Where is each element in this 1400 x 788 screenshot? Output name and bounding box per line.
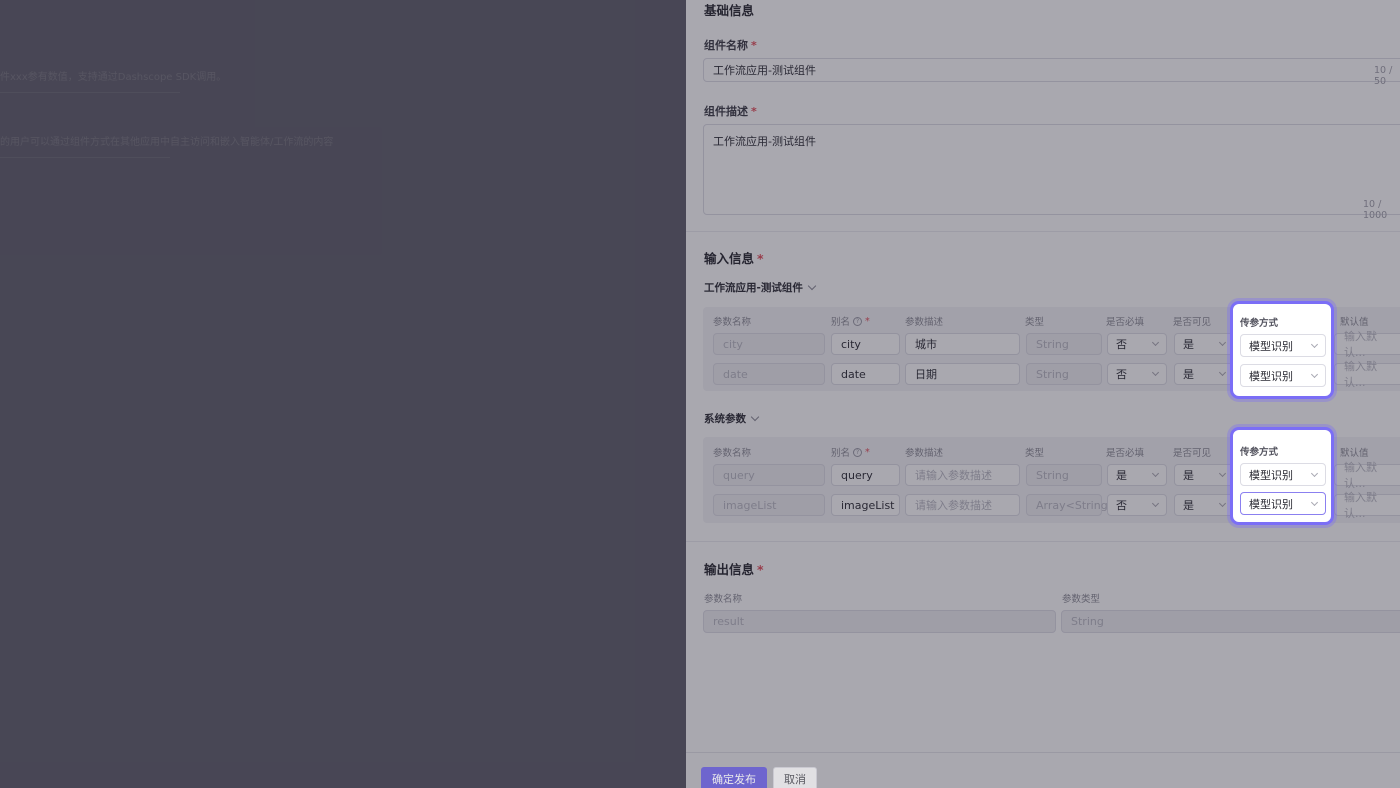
chevron-down-icon (1310, 340, 1319, 348)
th-visible: 是否可见 (1173, 448, 1212, 459)
output-param-name-label: 参数名称 (704, 594, 743, 605)
th-type: 类型 (1025, 317, 1045, 328)
th-param-name: 参数名称 (713, 448, 752, 459)
basic-info-title: 基础信息 (704, 3, 755, 18)
input-info-title: 输入信息 * (704, 251, 764, 266)
chevron-down-icon (807, 281, 817, 291)
param-name-input: date (713, 363, 825, 385)
param-name-input: city (713, 333, 825, 355)
chevron-down-icon (750, 412, 760, 422)
th-param-desc: 参数描述 (905, 317, 944, 328)
th-required: 是否必填 (1106, 317, 1145, 328)
section-divider (686, 231, 1400, 232)
visible-select[interactable]: 是 (1174, 363, 1234, 385)
th-param-name: 参数名称 (713, 317, 752, 328)
group-system-params-toggle[interactable]: 系统参数 (704, 411, 760, 426)
chevron-down-icon (1218, 338, 1227, 347)
component-name-input[interactable]: 工作流应用-测试组件 (703, 58, 1400, 82)
chevron-down-icon (1151, 499, 1160, 508)
pass-mode-select[interactable]: 模型识别 (1240, 364, 1326, 387)
background-text: 的用户可以通过组件方式在其他应用中自主访问和嵌入智能体/工作流的内容 (0, 137, 334, 148)
component-name-counter: 10 / 50 (1374, 65, 1393, 87)
output-param-type-field: String (1061, 610, 1400, 633)
th-default: 默认值 (1340, 448, 1369, 459)
pass-mode-highlight-2: 传参方式 模型识别 模型识别 (1230, 427, 1334, 525)
cancel-button[interactable]: 取消 (773, 767, 817, 788)
default-value-input[interactable]: 输入默认... (1334, 491, 1400, 520)
th-default: 默认值 (1340, 317, 1369, 328)
th-alias: 别名? * (831, 446, 870, 460)
component-name-label: 组件名称 * (704, 39, 757, 52)
chevron-down-icon (1151, 368, 1160, 377)
param-desc-input[interactable]: 日期 (905, 363, 1020, 385)
component-desc-counter: 10 / 1000 (1363, 199, 1388, 221)
background-divider (0, 157, 170, 158)
publish-button[interactable]: 确定发布 (701, 767, 767, 788)
visible-select[interactable]: 是 (1174, 333, 1234, 355)
component-desc-textarea[interactable]: 工作流应用-测试组件 (703, 124, 1400, 215)
th-visible: 是否可见 (1173, 317, 1212, 328)
group-workflow-toggle[interactable]: 工作流应用-测试组件 (704, 280, 817, 295)
required-select[interactable]: 否 (1107, 333, 1167, 355)
required-select[interactable]: 否 (1107, 494, 1167, 516)
background-page: 件xxx参有数值，支持通过Dashscope SDK调用。 的用户可以通过组件方… (0, 0, 686, 788)
pass-mode-select[interactable]: 模型识别 (1240, 492, 1326, 515)
alias-input[interactable]: query (831, 464, 900, 486)
type-field: String (1026, 363, 1102, 385)
help-icon[interactable]: ? (853, 447, 863, 457)
output-param-type-label: 参数类型 (1062, 594, 1101, 605)
th-required: 是否必填 (1106, 448, 1145, 459)
th-alias: 别名? * (831, 315, 870, 329)
required-select[interactable]: 否 (1107, 363, 1167, 385)
visible-select[interactable]: 是 (1174, 464, 1234, 486)
chevron-down-icon (1218, 499, 1227, 508)
pass-mode-select[interactable]: 模型识别 (1240, 334, 1326, 357)
component-desc-label: 组件描述 * (704, 105, 757, 118)
pass-mode-highlight-1: 传参方式 模型识别 模型识别 (1230, 301, 1334, 399)
chevron-down-icon (1310, 498, 1319, 506)
param-desc-input[interactable]: 请输入参数描述 (905, 464, 1020, 486)
background-text: 件xxx参有数值，支持通过Dashscope SDK调用。 (0, 72, 227, 83)
type-field: String (1026, 333, 1102, 355)
th-pass-mode: 传参方式 (1240, 447, 1279, 458)
default-value-input[interactable]: 输入默认... (1334, 360, 1400, 389)
alias-input[interactable]: date (831, 363, 900, 385)
help-icon[interactable]: ? (853, 316, 863, 326)
chevron-down-icon (1310, 370, 1319, 378)
chevron-down-icon (1218, 368, 1227, 377)
pass-mode-select[interactable]: 模型识别 (1240, 463, 1326, 486)
section-divider (686, 541, 1400, 542)
required-select[interactable]: 是 (1107, 464, 1167, 486)
param-name-input: query (713, 464, 825, 486)
type-field: Array<String> (1026, 494, 1117, 516)
footer-divider (686, 752, 1400, 753)
chevron-down-icon (1218, 469, 1227, 478)
chevron-down-icon (1151, 469, 1160, 478)
param-name-input: imageList (713, 494, 825, 516)
output-param-name-field: result (703, 610, 1056, 633)
type-field: String (1026, 464, 1102, 486)
th-type: 类型 (1025, 448, 1045, 459)
output-info-title: 输出信息 * (704, 562, 764, 577)
visible-select[interactable]: 是 (1174, 494, 1234, 516)
param-desc-input[interactable]: 城市 (905, 333, 1020, 355)
param-desc-input[interactable]: 请输入参数描述 (905, 494, 1020, 516)
alias-input[interactable]: city (831, 333, 900, 355)
background-divider (0, 92, 180, 93)
default-value-input[interactable]: 输入默认... (1334, 461, 1400, 490)
chevron-down-icon (1310, 469, 1319, 477)
alias-input[interactable]: imageList (831, 494, 900, 516)
default-value-input[interactable]: 输入默认... (1334, 330, 1400, 359)
th-param-desc: 参数描述 (905, 448, 944, 459)
chevron-down-icon (1151, 338, 1160, 347)
th-pass-mode: 传参方式 (1240, 318, 1279, 329)
